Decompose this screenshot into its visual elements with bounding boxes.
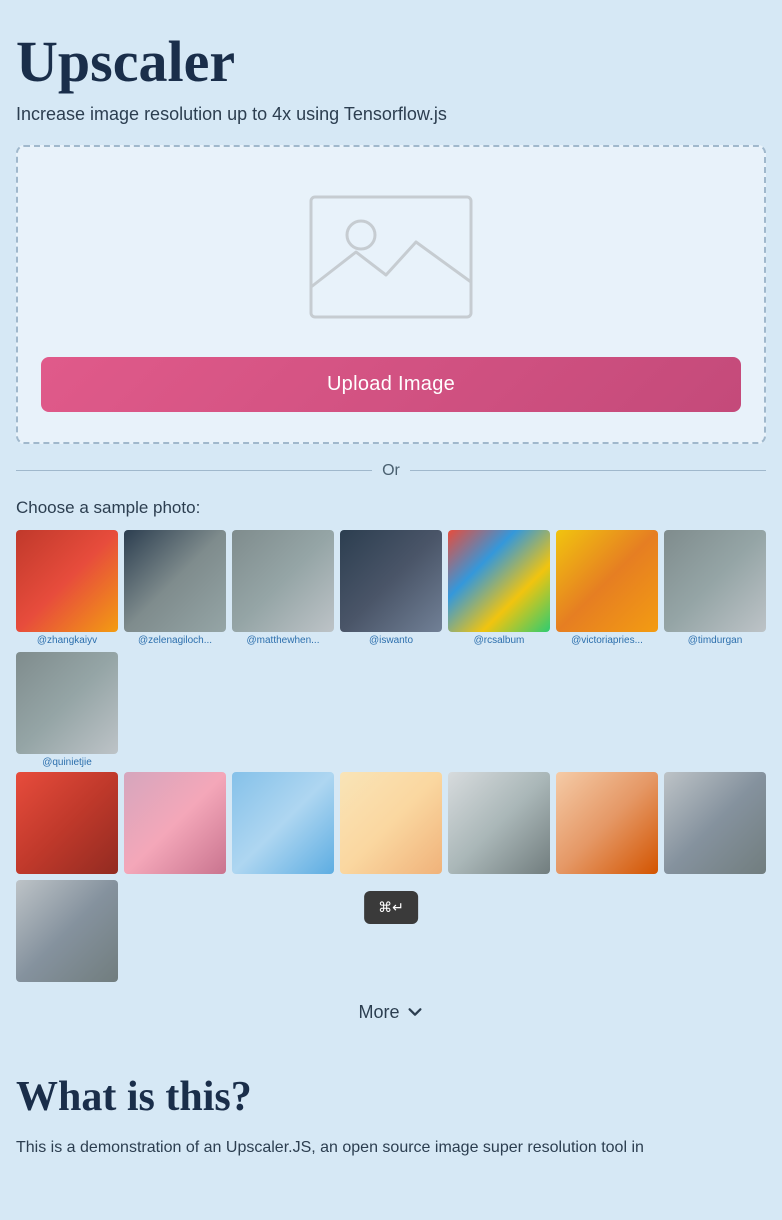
sample-thumb-4 — [448, 530, 550, 632]
sample-section: Choose a sample photo: @zhangkaiyv @zele… — [16, 498, 766, 1033]
divider-text: Or — [382, 462, 400, 480]
page-container: Upscaler Increase image resolution up to… — [0, 0, 782, 1220]
keyboard-shortcut: ⌘↵ — [364, 891, 418, 924]
image-placeholder — [301, 187, 481, 327]
sample-credit-2: @matthewhen... — [232, 635, 334, 646]
app-subtitle: Increase image resolution up to 4x using… — [16, 104, 766, 125]
list-item[interactable]: @zelenagiloch... — [124, 530, 226, 646]
sample-thumb-6 — [664, 530, 766, 632]
what-description: This is a demonstration of an Upscaler.J… — [16, 1135, 766, 1161]
list-item[interactable]: @zhangkaiyv — [16, 530, 118, 646]
list-item[interactable]: @rcsalbum — [448, 530, 550, 646]
app-title: Upscaler — [16, 30, 766, 94]
list-item[interactable]: @matthewhen... — [232, 530, 334, 646]
what-title: What is this? — [16, 1073, 766, 1121]
chevron-down-icon — [406, 1003, 424, 1021]
list-item[interactable] — [16, 772, 118, 874]
sample-label: Choose a sample photo: — [16, 498, 766, 518]
sample-credit-4: @rcsalbum — [448, 635, 550, 646]
list-item[interactable]: @victoriapries... — [556, 530, 658, 646]
sample-thumb-2 — [232, 530, 334, 632]
divider-line-left — [16, 470, 372, 471]
sample-thumb-7 — [16, 652, 118, 754]
list-item[interactable]: @iswanto — [340, 530, 442, 646]
sample-credit-0: @zhangkaiyv — [16, 635, 118, 646]
list-item[interactable] — [556, 772, 658, 874]
more-button[interactable]: More — [338, 992, 443, 1033]
sample-credit-7: @quinietjie — [16, 757, 118, 768]
sample-thumb-3 — [340, 530, 442, 632]
upload-button[interactable]: Upload Image — [41, 357, 741, 412]
upload-area: Upload Image — [16, 145, 766, 444]
list-item[interactable] — [664, 772, 766, 874]
shortcut-text: ⌘↵ — [378, 899, 404, 916]
sample-credit-5: @victoriapries... — [556, 635, 658, 646]
list-item[interactable] — [16, 880, 118, 982]
list-item[interactable] — [340, 772, 442, 874]
sample-credit-1: @zelenagiloch... — [124, 635, 226, 646]
placeholder-icon — [301, 187, 481, 327]
sample-credit-6: @timdurgan — [664, 635, 766, 646]
list-item[interactable] — [232, 772, 334, 874]
sample-grid-row1: @zhangkaiyv @zelenagiloch... @matthewhen… — [16, 530, 766, 768]
more-label: More — [358, 1002, 399, 1023]
sample-credit-3: @iswanto — [340, 635, 442, 646]
list-item[interactable] — [448, 772, 550, 874]
list-item[interactable]: @quinietjie — [16, 652, 118, 768]
divider-line-right — [410, 470, 766, 471]
or-divider: Or — [16, 462, 766, 480]
list-item[interactable] — [124, 772, 226, 874]
what-section: What is this? This is a demonstration of… — [16, 1073, 766, 1181]
sample-grid-row2 — [16, 772, 766, 982]
list-item[interactable]: @timdurgan — [664, 530, 766, 646]
sample-thumb-5 — [556, 530, 658, 632]
sample-thumb-0 — [16, 530, 118, 632]
sample-thumb-1 — [124, 530, 226, 632]
